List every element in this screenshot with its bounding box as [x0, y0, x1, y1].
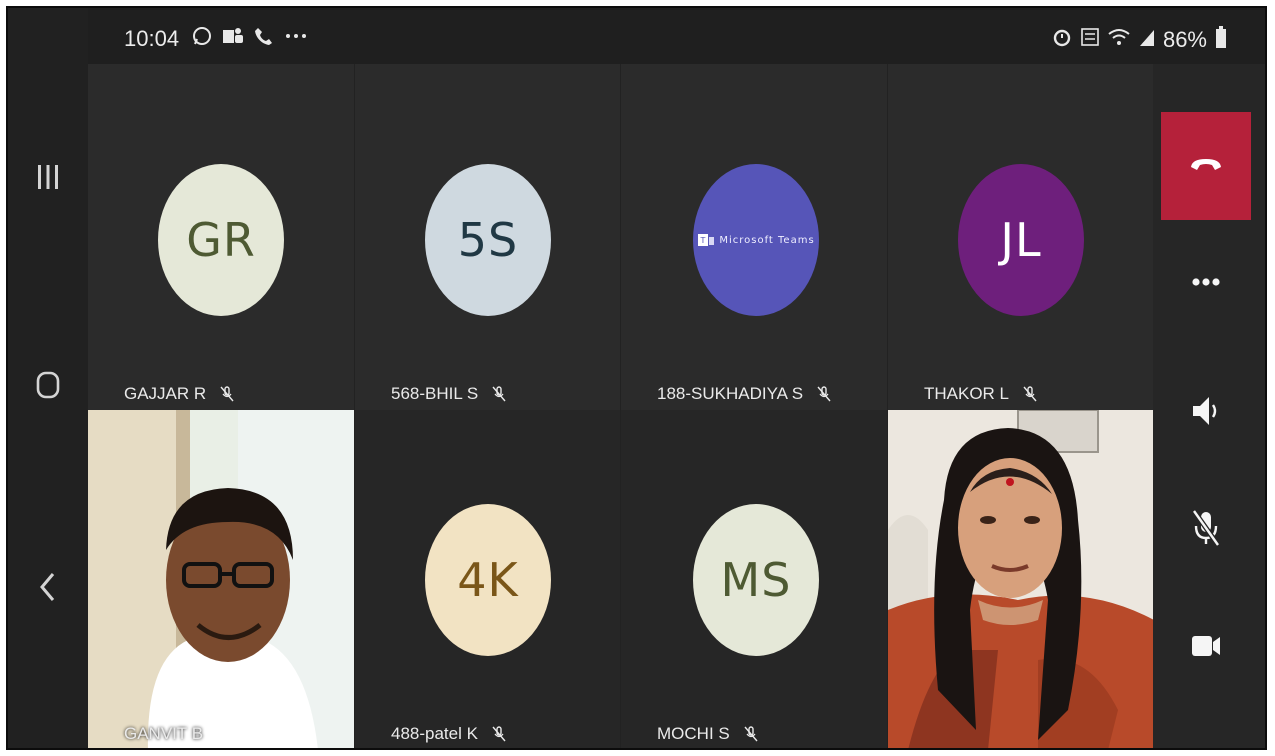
mic-off-icon: [1191, 508, 1221, 553]
mute-button[interactable]: [1161, 508, 1251, 553]
participant-tile[interactable]: JL THAKOR L: [888, 64, 1154, 410]
speaker-icon: [1191, 394, 1221, 433]
screen-frame: 10:04 86% GR GAJJAR R 5S 568-BHIL S T Mi…: [6, 6, 1267, 750]
avatar: MS: [693, 504, 819, 656]
participant-tile[interactable]: 5S 568-BHIL S: [355, 64, 620, 410]
hang-up-icon: [1189, 156, 1223, 177]
participant-name-row: GAJJAR R: [124, 384, 234, 404]
alarm-icon: [1051, 26, 1073, 53]
participant-name-row: 188-SUKHADIYA S: [657, 384, 831, 404]
participant-name-row: THAKOR L: [924, 384, 1037, 404]
avatar: T Microsoft Teams: [693, 164, 819, 316]
avatar-initials: JL: [1000, 213, 1042, 267]
whatsapp-icon: [192, 26, 212, 51]
call-controls: [1153, 64, 1265, 748]
notification-icons: [192, 26, 308, 51]
participant-video-feed: [88, 410, 354, 748]
phone-icon: [254, 26, 274, 51]
battery-percent: 86%: [1162, 26, 1207, 52]
back-icon[interactable]: [8, 570, 88, 604]
wifi-icon: [1107, 26, 1131, 53]
volte-icon: [1081, 26, 1099, 53]
hang-up-button[interactable]: [1161, 112, 1251, 220]
mic-off-icon: [220, 386, 234, 402]
participant-name: 188-SUKHADIYA S: [657, 384, 804, 403]
avatar: 5S: [425, 164, 551, 316]
mic-off-icon: [492, 726, 506, 742]
mic-off-icon: [1023, 386, 1037, 402]
android-nav-bar: [8, 8, 88, 748]
avatar: GR: [158, 164, 284, 316]
battery-icon: [1215, 25, 1227, 54]
status-time: 10:04: [124, 26, 180, 51]
status-bar: 10:04 86%: [88, 8, 1265, 64]
more-options-button[interactable]: [1161, 274, 1251, 292]
participant-tile[interactable]: 4K 488-patel K: [355, 410, 620, 748]
avatar-initials: 5S: [457, 213, 519, 267]
participant-tile[interactable]: T Microsoft Teams 188-SUKHADIYA S: [621, 64, 887, 410]
speaker-button[interactable]: [1161, 394, 1251, 433]
home-icon[interactable]: [8, 370, 88, 400]
participant-name: 488-patel K: [391, 724, 478, 743]
mic-off-icon: [817, 386, 831, 402]
mic-off-icon: [744, 726, 758, 742]
participant-video-tile[interactable]: [888, 410, 1154, 748]
participant-name: GAJJAR R: [124, 384, 207, 403]
participant-name-row: 488-patel K: [391, 724, 506, 744]
participant-tile[interactable]: MS MOCHI S: [621, 410, 887, 748]
participant-video-feed: [888, 410, 1154, 748]
participant-name: THAKOR L: [924, 384, 1010, 403]
video-camera-icon: [1190, 632, 1222, 665]
avatar-initials: MS: [720, 553, 792, 607]
avatar-initials: GR: [186, 213, 256, 267]
teams-icon: [222, 26, 244, 51]
teams-logo-text: Microsoft Teams: [719, 234, 815, 246]
overflow-dots-icon: [284, 26, 308, 51]
participant-name-row: GANVIT B: [124, 724, 203, 744]
participant-name-row: MOCHI S: [657, 724, 758, 744]
signal-icon: [1139, 26, 1155, 53]
participant-video-tile[interactable]: GANVIT B: [88, 410, 354, 748]
svg-text:T: T: [700, 236, 707, 245]
avatar: JL: [958, 164, 1084, 316]
avatar-initials: 4K: [457, 553, 519, 607]
participant-name: 568-BHIL S: [391, 384, 479, 403]
system-status-icons: 86%: [1051, 25, 1227, 54]
recent-apps-icon[interactable]: [8, 162, 88, 192]
avatar: 4K: [425, 504, 551, 656]
microsoft-teams-logo: T Microsoft Teams: [697, 231, 814, 249]
participant-name-row: 568-BHIL S: [391, 384, 506, 404]
participant-grid: GR GAJJAR R 5S 568-BHIL S T Microsoft Te…: [88, 64, 1154, 748]
mic-off-icon: [492, 386, 506, 402]
more-icon: [1191, 274, 1221, 292]
participant-tile[interactable]: GR GAJJAR R: [88, 64, 354, 410]
participant-name: MOCHI S: [657, 724, 730, 743]
camera-button[interactable]: [1161, 632, 1251, 665]
participant-name: GANVIT B: [124, 724, 204, 743]
